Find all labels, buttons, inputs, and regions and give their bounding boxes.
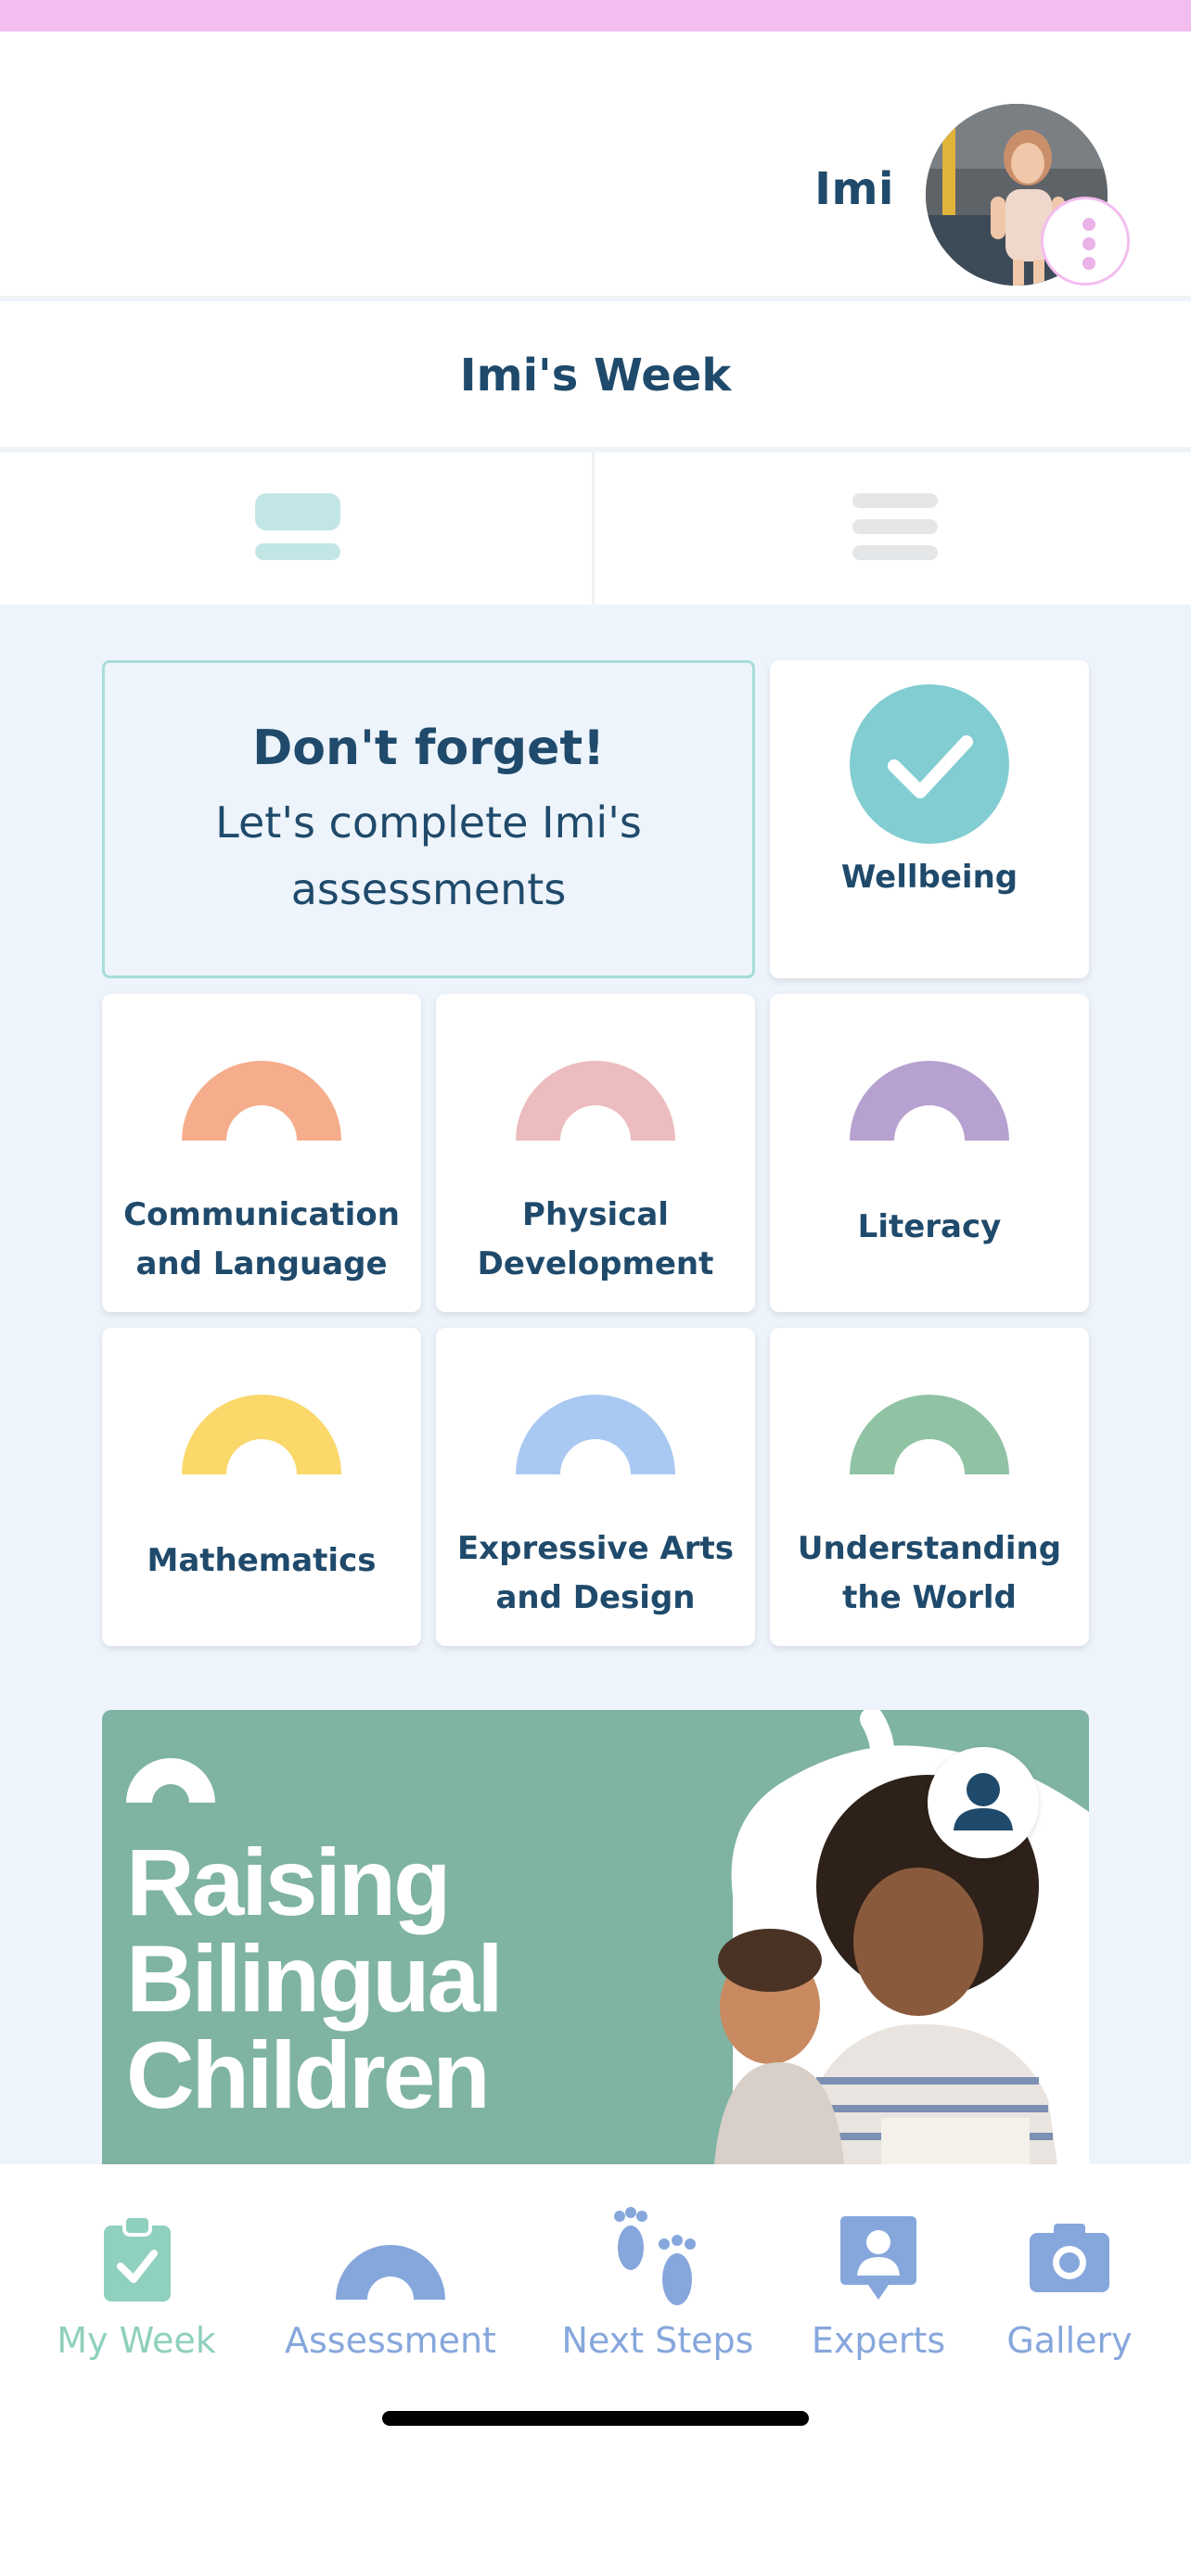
area-label: Expressive Arts and Design xyxy=(456,1530,735,1616)
area-tile-mathematics[interactable]: Mathematics xyxy=(102,1328,421,1646)
area-label: Understanding the World xyxy=(797,1530,1062,1616)
arch-icon xyxy=(336,2245,445,2300)
nav-assessment[interactable]: Assessment xyxy=(275,2164,506,2387)
arch-icon xyxy=(516,1061,675,1141)
view-toggle xyxy=(0,453,1191,605)
grid-view-tab[interactable] xyxy=(0,453,595,605)
person-icon xyxy=(954,1773,1013,1830)
arch-icon xyxy=(182,1061,341,1141)
area-tile-expressive-arts[interactable]: Expressive Arts and Design xyxy=(436,1328,755,1646)
header: Imi xyxy=(0,32,1191,299)
wellbeing-label: Wellbeing xyxy=(840,859,1018,896)
nav-label: My Week xyxy=(57,2320,216,2361)
nav-next-steps[interactable]: Next Steps xyxy=(545,2164,770,2387)
nav-experts[interactable]: Experts xyxy=(800,2164,957,2387)
camera-icon xyxy=(1030,2224,1109,2292)
nav-label: Experts xyxy=(811,2320,946,2361)
more-options-button[interactable] xyxy=(1041,197,1130,286)
more-dot-icon xyxy=(1082,237,1095,250)
clipboard-check-icon xyxy=(104,2214,171,2302)
nav-gallery[interactable]: Gallery xyxy=(994,2164,1145,2387)
banner-title: Raising Bilingual Children xyxy=(126,1830,504,2128)
arch-icon xyxy=(182,1395,341,1474)
arch-icon xyxy=(850,1395,1009,1474)
area-tile-literacy[interactable]: Literacy xyxy=(770,994,1089,1312)
card-view-icon xyxy=(255,493,340,564)
expert-badge xyxy=(928,1747,1039,1858)
home-indicator[interactable] xyxy=(382,2411,809,2426)
week-title-bar: Imi's Week xyxy=(0,301,1191,450)
nav-label: Gallery xyxy=(1006,2320,1133,2361)
area-label: Mathematics xyxy=(147,1542,377,1579)
arch-icon xyxy=(850,1061,1009,1141)
child-name: Imi xyxy=(814,163,894,215)
expert-person-icon xyxy=(840,2216,916,2300)
reminder-title: Don't forget! xyxy=(252,721,605,776)
area-label: Physical Development xyxy=(477,1196,714,1282)
area-tile-communication[interactable]: Communication and Language xyxy=(102,994,421,1312)
check-icon xyxy=(850,684,1009,844)
bottom-navigation: My Week Assessment Next Steps Experts Ga… xyxy=(0,2164,1191,2576)
wellbeing-tile[interactable]: Wellbeing xyxy=(770,660,1089,978)
status-strip xyxy=(0,0,1191,32)
list-view-icon xyxy=(852,493,938,564)
more-dot-icon xyxy=(1082,218,1095,231)
nav-my-week[interactable]: My Week xyxy=(37,2164,236,2387)
reminder-text: Let's complete Imi's assessments xyxy=(215,797,642,914)
assessment-reminder[interactable]: Don't forget! Let's complete Imi's asses… xyxy=(102,660,755,978)
arch-icon xyxy=(516,1395,675,1474)
arch-logo-icon xyxy=(126,1758,215,1803)
area-tile-physical[interactable]: Physical Development xyxy=(436,994,755,1312)
page-title: Imi's Week xyxy=(459,350,732,402)
nav-label: Next Steps xyxy=(561,2320,754,2361)
area-label: Communication and Language xyxy=(123,1196,400,1282)
footprints-icon xyxy=(614,2207,696,2305)
nav-label: Assessment xyxy=(285,2320,496,2361)
area-tile-understanding-world[interactable]: Understanding the World xyxy=(770,1328,1089,1646)
more-dot-icon xyxy=(1082,257,1095,270)
expert-article-banner[interactable]: Raising Bilingual Children xyxy=(102,1710,1089,2164)
list-view-tab[interactable] xyxy=(597,453,1191,605)
area-label: Literacy xyxy=(857,1208,1002,1245)
